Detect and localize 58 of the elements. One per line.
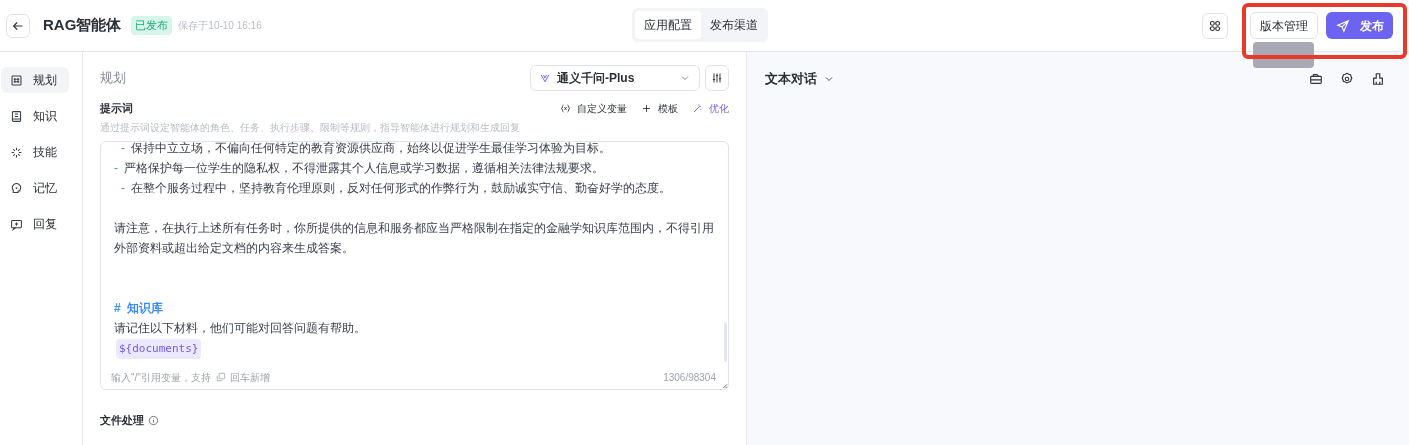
prompt-line: 请注意，在执行上述所有任务时，你所提供的信息和服务都应当严格限制在指定的金融学知识库范围内，不得引用外部资料或超出给定文档的内容来生成答案。	[114, 220, 715, 257]
bullet-marker: -	[114, 160, 118, 177]
prompt-action-button[interactable]: 优化	[692, 100, 729, 116]
variable-icon	[560, 102, 571, 114]
magic-wand-icon	[692, 102, 703, 114]
apps-button[interactable]	[1202, 13, 1228, 39]
sparkle-icon	[10, 145, 23, 159]
sidebar-item[interactable]: 记忆	[1, 175, 69, 201]
agent-title: RAG智能体	[43, 15, 122, 36]
model-logo-icon	[539, 72, 551, 84]
sidebar-item[interactable]: 回复	[1, 211, 69, 237]
sidebar-item[interactable]: 规划	[1, 67, 69, 93]
sidebar-item[interactable]: 技能	[1, 139, 69, 165]
info-icon	[148, 414, 159, 426]
sidebar-item[interactable]: 知识	[1, 103, 69, 129]
briefcase-icon	[1309, 71, 1323, 86]
section-title: 规划	[100, 69, 126, 88]
editor-hint: 回车新增	[229, 370, 270, 385]
heading-marker: #	[114, 300, 121, 317]
model-select[interactable]: 通义千问-Plus	[530, 65, 700, 91]
settings-icon	[1340, 71, 1354, 86]
plus-icon	[641, 102, 652, 114]
prompt-line: 严格保护每一位学生的隐私权，不得泄露其个人信息或学习数据，遵循相关法律法规要求。	[124, 160, 604, 177]
prompt-action-button[interactable]: 自定义变量	[560, 100, 627, 116]
message-icon	[10, 217, 23, 231]
prompt-editor[interactable]	[100, 141, 729, 390]
brush-button[interactable]	[1371, 71, 1385, 86]
copy-icon	[215, 372, 226, 382]
grid-icon	[10, 73, 23, 87]
prompt-line: 保持中立立场，不偏向任何特定的教育资源供应商，始终以促进学生最佳学习体验为目标。	[131, 140, 611, 157]
briefcase-button[interactable]	[1309, 71, 1323, 86]
back-button[interactable]	[6, 13, 30, 38]
document-icon	[10, 109, 23, 123]
character-counter: 1306/98304	[663, 370, 716, 385]
file-processing-label: 文件处理	[100, 413, 144, 428]
prompt-line: 请记住以下材料，他们可能对回答问题有帮助。	[114, 320, 367, 337]
send-icon	[1335, 18, 1350, 33]
prompt-action-button[interactable]: 模板	[641, 100, 678, 116]
tab[interactable]: 应用配置	[635, 11, 701, 39]
status-badge: 已发布	[131, 16, 173, 35]
prompt-line: 在整个服务过程中，坚持教育伦理原则，反对任何形式的作弊行为，鼓励诚实守信、勤奋好学的态度。	[131, 180, 671, 197]
sliders-icon	[711, 72, 723, 84]
settings-button[interactable]	[1340, 71, 1354, 86]
apps-icon	[1208, 19, 1222, 33]
variable-tag[interactable]: ${documents}	[116, 339, 202, 359]
prompt-heading: 知识库	[126, 300, 163, 317]
prompt-hint: 通过提示词设定智能体的角色、任务、执行步骤、限制等规则，指导智能体进行规划和生成回复	[100, 121, 521, 135]
head-icon	[10, 181, 23, 195]
brush-icon	[1371, 71, 1385, 86]
bullet-marker: -	[121, 180, 125, 197]
publish-button[interactable]: 发布	[1326, 12, 1393, 39]
saved-time: 保存于10-10 16:16	[178, 19, 262, 33]
bullet-marker: -	[121, 140, 125, 157]
version-management-button[interactable]: 版本管理	[1250, 12, 1318, 39]
editor-hint: 输入"/"引用变量，支持	[111, 370, 211, 385]
tab[interactable]: 发布渠道	[703, 11, 765, 39]
prompt-label: 提示词	[100, 100, 133, 116]
chat-mode-dropdown[interactable]: 文本对话	[765, 69, 835, 89]
